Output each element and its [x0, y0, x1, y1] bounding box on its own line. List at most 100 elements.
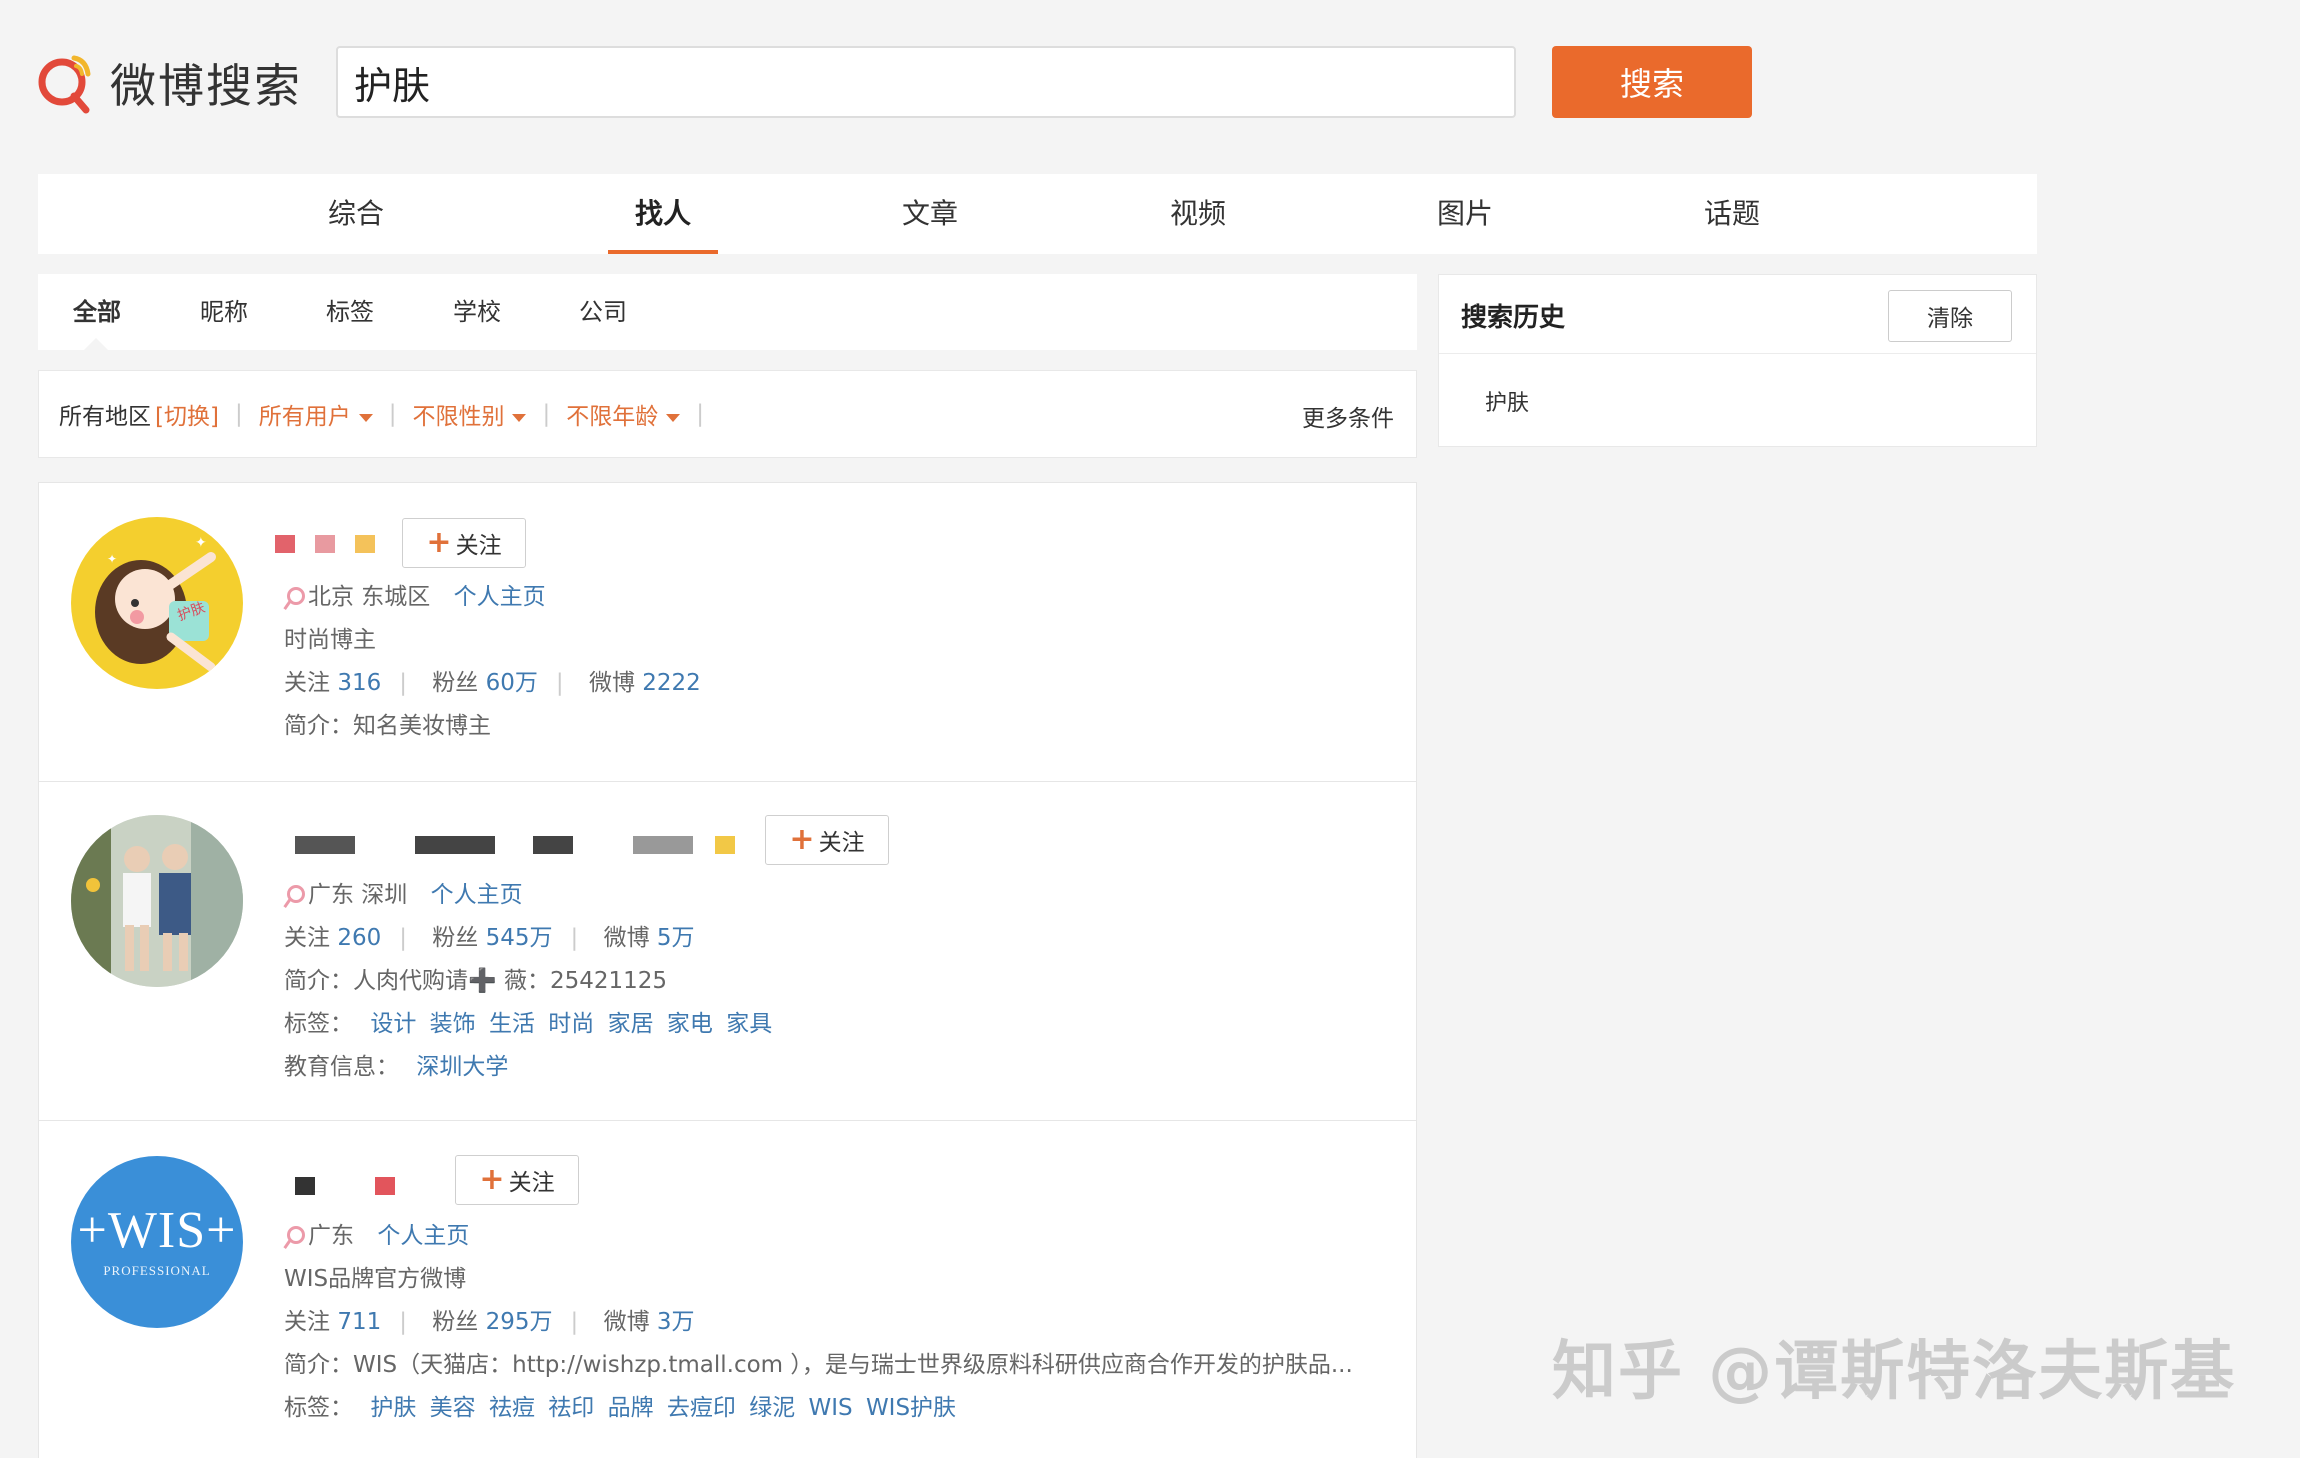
weibo-label: 微博 — [588, 670, 635, 696]
weibo-count[interactable]: 3万 — [657, 1309, 695, 1335]
clear-history-button[interactable]: 清除 — [1888, 290, 2012, 342]
tag-link[interactable]: 美容 — [430, 1395, 476, 1421]
avatar-brand-subtext: PROFESSIONAL — [103, 1263, 211, 1278]
tag-link[interactable]: 祛印 — [548, 1395, 594, 1421]
user-result-card: + 关注 广东 深圳 个人主页 关注 260 | 粉丝 545万 | 微博 5万 简介… — [38, 781, 1417, 1121]
tag-link[interactable]: WIS护肤 — [866, 1395, 956, 1421]
subtab-nickname[interactable]: 昵称 — [200, 274, 248, 350]
follow-button[interactable]: + 关注 — [402, 518, 526, 568]
location: 北京 东城区 — [308, 584, 431, 610]
tag-link[interactable]: 生活 — [489, 1011, 535, 1037]
avatar[interactable]: +WIS+ PROFESSIONAL — [71, 1156, 243, 1328]
following-count[interactable]: 711 — [337, 1309, 381, 1335]
fans-label: 粉丝 — [432, 670, 479, 696]
divider: | — [399, 925, 407, 951]
location-line: 北京 东城区 个人主页 — [284, 577, 546, 611]
tag-link[interactable]: 时尚 — [548, 1011, 594, 1037]
homepage-link[interactable]: 个人主页 — [377, 1223, 469, 1249]
caret-down-icon — [358, 413, 373, 422]
tab-find-people[interactable]: 找人 — [608, 174, 718, 254]
follow-label: 关注 — [455, 533, 502, 559]
divider: | — [388, 401, 397, 427]
search-input[interactable] — [336, 46, 1516, 118]
divider: | — [570, 1309, 579, 1335]
divider — [1439, 353, 2036, 354]
weibo-count[interactable]: 2222 — [642, 670, 701, 696]
tag-link[interactable]: 设计 — [370, 1011, 416, 1037]
education-label: 教育信息： — [284, 1054, 399, 1080]
search-button[interactable]: 搜索 — [1552, 46, 1752, 118]
redacted-name-block — [295, 836, 355, 854]
main-tabs: 综合 找人 文章 视频 图片 话题 — [38, 174, 2037, 254]
fans-label: 粉丝 — [432, 925, 479, 951]
school-link[interactable]: 深圳大学 — [416, 1054, 508, 1080]
follow-label: 关注 — [818, 830, 865, 856]
tag-link[interactable]: 家电 — [667, 1011, 713, 1037]
tags-label: 标签： — [284, 1395, 353, 1421]
users-filter[interactable]: 所有用户 — [259, 397, 373, 431]
follow-button[interactable]: + 关注 — [455, 1155, 579, 1205]
fans-count[interactable]: 60万 — [486, 670, 538, 696]
redacted-name-block — [533, 836, 573, 854]
gender-filter-label: 不限性别 — [412, 404, 505, 430]
tab-images[interactable]: 图片 — [1415, 174, 1515, 254]
tag-link[interactable]: 祛痘 — [489, 1395, 535, 1421]
redacted-name-block — [715, 836, 735, 854]
tags-label: 标签： — [284, 1011, 353, 1037]
watermark: 知乎 @谭斯特洛夫斯基 — [1552, 1335, 2237, 1409]
age-filter-label: 不限年龄 — [566, 404, 659, 430]
follow-button[interactable]: + 关注 — [765, 815, 889, 865]
search-history-title: 搜索历史 — [1461, 303, 1566, 333]
weibo-label: 微博 — [603, 925, 650, 951]
location: 广东 深圳 — [308, 882, 408, 908]
avatar[interactable] — [71, 815, 243, 987]
homepage-link[interactable]: 个人主页 — [431, 882, 523, 908]
female-icon — [284, 1225, 305, 1249]
fans-count[interactable]: 295万 — [486, 1309, 553, 1335]
avatar[interactable]: ✦ ✦ — [71, 517, 243, 689]
fans-count[interactable]: 545万 — [486, 925, 553, 951]
stats-line: 关注 711 | 粉丝 295万 | 微博 3万 — [284, 1302, 695, 1336]
tag-link[interactable]: 家居 — [608, 1011, 654, 1037]
follow-label: 关注 — [508, 1170, 555, 1196]
subtab-company[interactable]: 公司 — [579, 274, 627, 350]
svg-text:✦: ✦ — [195, 535, 207, 551]
divider: | — [234, 401, 243, 427]
filter-bar: 所有地区 [切换] | 所有用户 | 不限性别 | 不限年龄 | 更多条件 — [38, 370, 1417, 458]
tab-topics[interactable]: 话题 — [1682, 174, 1782, 254]
weibo-count[interactable]: 5万 — [657, 925, 695, 951]
user-title: 时尚博主 — [284, 627, 376, 653]
gender-filter[interactable]: 不限性别 — [412, 397, 527, 431]
redacted-name-block — [415, 836, 495, 854]
more-conditions-link[interactable]: 更多条件 — [1302, 399, 1394, 433]
region-switch-link[interactable]: [切换] — [155, 397, 219, 431]
female-icon — [284, 586, 305, 610]
divider: | — [399, 1309, 407, 1335]
following-count[interactable]: 260 — [337, 925, 381, 951]
bio-line: 简介：知名美妆博主 — [284, 706, 491, 740]
tags-line: 标签： 护肤 美容 祛痘 祛印 品牌 去痘印 绿泥 WIS WIS护肤 — [284, 1388, 956, 1422]
tab-comprehensive[interactable]: 综合 — [306, 174, 406, 254]
tag-link[interactable]: 绿泥 — [749, 1395, 795, 1421]
plus-icon: + — [479, 1162, 505, 1197]
subtab-tags[interactable]: 标签 — [326, 274, 374, 350]
tab-articles[interactable]: 文章 — [880, 174, 980, 254]
tag-link[interactable]: 品牌 — [608, 1395, 654, 1421]
homepage-link[interactable]: 个人主页 — [454, 584, 546, 610]
plus-icon: + — [426, 525, 452, 560]
weibo-search-logo[interactable]: 微博搜索 — [36, 50, 302, 116]
following-count[interactable]: 316 — [337, 670, 381, 696]
tab-videos[interactable]: 视频 — [1148, 174, 1248, 254]
tag-link[interactable]: 去痘印 — [667, 1395, 736, 1421]
user-result-card: ✦ ✦ 护肤 + 关注 北京 东城区 个人主页 时尚博主 关注 316 | 粉丝 6… — [38, 482, 1417, 782]
age-filter[interactable]: 不限年龄 — [566, 397, 681, 431]
bio-label: 简介： — [284, 713, 353, 739]
history-item[interactable]: 护肤 — [1485, 385, 1529, 417]
tag-link[interactable]: WIS — [809, 1395, 853, 1421]
tag-link[interactable]: 护肤 — [370, 1395, 416, 1421]
bio-text: 知名美妆博主 — [353, 713, 491, 739]
tag-link[interactable]: 家具 — [726, 1011, 772, 1037]
tag-link[interactable]: 装饰 — [430, 1011, 476, 1037]
location-line: 广东 深圳 个人主页 — [284, 875, 523, 909]
subtab-school[interactable]: 学校 — [453, 274, 501, 350]
